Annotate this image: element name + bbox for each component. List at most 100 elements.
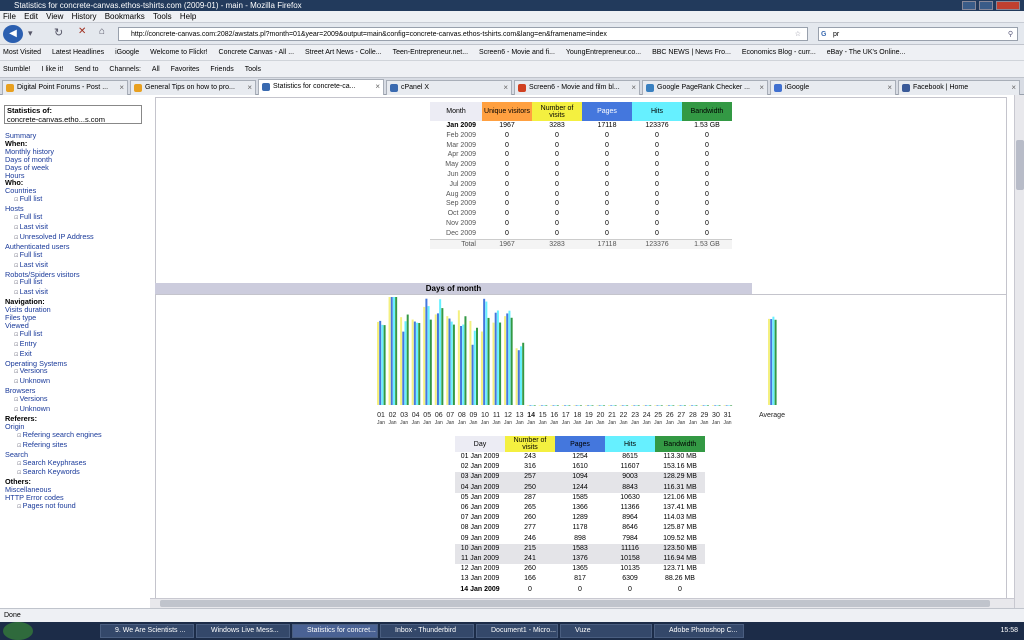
url-text: http://concrete-canvas.com:2082/awstats.… [131,31,607,38]
days-of-month-header: Days of month [155,283,752,294]
bookmark-item[interactable]: YoungEntrepreneur.co... [566,49,641,56]
table-cell: 128.29 MB [655,472,705,483]
chart-x-tick-label: 22 [620,412,628,419]
taskbar-button[interactable]: Adobe Photoshop C... [654,624,744,638]
chart-x-sub-label: Jan [516,420,524,425]
column-header: Number of visits [532,102,582,121]
bookmark-item[interactable]: Latest Headlines [52,49,104,56]
forward-dropdown-icon[interactable]: ▾ [28,28,33,39]
tools-button[interactable]: Tools [245,66,261,73]
chart-x-sub-label: Jan [481,420,489,425]
bookmark-item[interactable]: Teen-Entrepreneur.net... [393,49,469,56]
table-cell: 0 [505,219,509,227]
browser-tab[interactable]: Digital Point Forums - Post ... × [2,80,128,95]
bookmark-item[interactable]: Economics Blog - curr... [742,49,816,56]
friends-button[interactable]: Friends [210,66,233,73]
taskbar-button[interactable]: Vuze [560,624,652,638]
table-cell: 0 [705,141,709,149]
table-cell: Feb 2009 [446,131,476,139]
menu-bookmarks[interactable]: Bookmarks [105,12,145,21]
table-cell: 0 [655,229,659,237]
tab-close-icon[interactable]: × [887,81,892,94]
chart-bar [647,405,650,406]
taskbar-button[interactable]: Document1 - Micro... [476,624,558,638]
send-to-button[interactable]: Send to [74,66,98,73]
stumble-button[interactable]: Stumble! [3,66,31,73]
chart-x-tick-label: 30 [712,412,720,419]
browser-tab[interactable]: Statistics for concrete-ca... × [258,79,384,95]
tab-close-icon[interactable]: × [631,81,636,94]
table-cell: 0 [705,190,709,198]
tab-close-icon[interactable]: × [119,81,124,94]
menu-edit[interactable]: Edit [24,12,38,21]
bookmarks-toolbar: Most Visited Latest Headlines iGoogle We… [0,45,1024,61]
address-bar[interactable]: http://concrete-canvas.com:2082/awstats.… [118,27,808,41]
bookmark-item[interactable]: iGoogle [115,49,139,56]
taskbar-button[interactable]: Inbox - Thunderbird [380,624,474,638]
vertical-scrollbar[interactable] [1014,95,1024,608]
close-button[interactable] [996,1,1020,10]
back-button[interactable]: ◀ [3,25,23,43]
status-bar: Done [0,608,1024,622]
bookmark-item[interactable]: Welcome to Flickr! [150,49,207,56]
chart-bar [554,405,557,406]
browser-tab[interactable]: Facebook | Home × [898,80,1020,95]
reload-icon[interactable]: ↻ [54,26,63,39]
clock[interactable]: 15:58 [1000,627,1018,634]
scrollbar-thumb[interactable] [1016,140,1024,190]
tab-close-icon[interactable]: × [375,80,380,93]
search-magnifier-icon[interactable]: ⚲ [1008,28,1013,41]
table-row: 06 Jan 2009 265 1366 11366 137.41 MB [455,503,705,513]
table-cell: 0 [655,190,659,198]
bookmark-item[interactable]: Concrete Canvas - All ... [219,49,294,56]
favorites-button[interactable]: Favorites [171,66,200,73]
browser-tab[interactable]: iGoogle × [770,80,896,95]
bookmark-item[interactable]: Most Visited [3,49,41,56]
google-search-icon[interactable]: G [821,28,826,41]
chart-x-tick-label: 14 [527,412,535,419]
taskbar-button[interactable]: 9. We Are Scientists ... [100,624,194,638]
horizontal-scrollbar[interactable] [150,598,1014,608]
taskbar-button[interactable]: Windows Live Mess... [196,624,290,638]
tab-close-icon[interactable]: × [247,81,252,94]
tab-close-icon[interactable]: × [503,81,508,94]
chart-bar [688,405,691,406]
browser-tab[interactable]: General Tips on how to pro... × [130,80,256,95]
stop-icon[interactable]: ✕ [78,26,86,37]
search-box[interactable]: G pr ⚲ [818,27,1018,41]
sidebar-link[interactable]: Last visit [5,260,102,271]
bookmark-item[interactable]: Street Art News - Colle... [305,49,382,56]
bookmark-item[interactable]: BBC NEWS | News Fro... [652,49,731,56]
window-title-bar[interactable]: Statistics for concrete-canvas.ethos-tsh… [0,0,1024,11]
minimize-button[interactable] [962,1,976,10]
table-cell: 0 [555,229,559,237]
table-cell: 0 [705,200,709,208]
menu-view[interactable]: View [46,12,63,21]
taskbar-button[interactable]: Statistics for concret... [292,624,378,638]
menu-file[interactable]: File [3,12,16,21]
tab-close-icon[interactable]: × [1011,81,1016,94]
chart-bar [531,405,534,406]
browser-tab[interactable]: Google PageRank Checker ... × [642,80,768,95]
maximize-button[interactable] [979,1,993,10]
scrollbar-thumb[interactable] [160,600,990,607]
browser-tab[interactable]: cPanel X × [386,80,512,95]
sidebar-link[interactable]: Pages not found [5,502,102,512]
menu-help[interactable]: Help [180,12,196,21]
start-button[interactable] [3,622,33,640]
table-row: 01 Jan 2009 243 1254 8615 113.30 MB [455,452,705,462]
table-cell: 0 [655,151,659,159]
menu-tools[interactable]: Tools [153,12,172,21]
bookmark-item[interactable]: eBay - The UK's Online... [827,49,906,56]
table-cell: 257 [505,472,555,483]
table-cell: 08 Jan 2009 [460,524,500,532]
like-button[interactable]: I like it! [42,66,64,73]
all-dropdown[interactable]: All [152,66,160,73]
bookmark-star-icon[interactable]: ☆ [795,28,801,41]
tab-close-icon[interactable]: × [759,81,764,94]
menu-history[interactable]: History [72,12,97,21]
home-icon[interactable]: ⌂ [99,26,105,37]
bookmark-item[interactable]: Screen6 - Movie and fi... [479,49,555,56]
browser-tab[interactable]: Screen6 - Movie and film bl... × [514,80,640,95]
table-cell: 250 [505,482,555,493]
